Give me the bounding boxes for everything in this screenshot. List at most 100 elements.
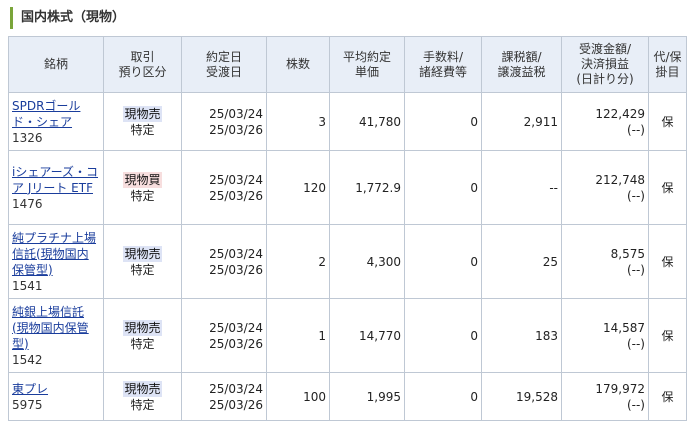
tax-cell: --	[481, 150, 562, 225]
avg-price-cell: 4,300	[329, 224, 405, 299]
account-type: 特定	[130, 336, 155, 351]
trade-date: 25/03/24	[209, 381, 263, 396]
shares-cell: 2	[266, 224, 330, 299]
tax-cell: 2,911	[481, 92, 562, 151]
margin-cell: 保	[648, 372, 687, 421]
amount-value: 14,587	[603, 320, 645, 335]
amount-value: 122,429	[595, 106, 645, 121]
settle-date: 25/03/26	[209, 122, 263, 137]
avg-price-cell: 1,772.9	[329, 150, 405, 225]
col-header-dates: 約定日 受渡日	[181, 36, 267, 93]
margin-cell: 保	[648, 298, 687, 373]
account-type: 特定	[130, 188, 155, 203]
pnl-value: (--)	[626, 188, 645, 203]
col-header-fee: 手数料/諸経費等	[404, 36, 482, 93]
account-type: 特定	[130, 122, 155, 137]
margin-cell: 保	[648, 92, 687, 151]
trade-type-badge: 現物売	[123, 319, 162, 336]
table-row: 純プラチナ上場信託(現物国内保管型) 1541 現物売 特定 25/03/24 …	[8, 224, 687, 299]
shares-cell: 1	[266, 298, 330, 373]
trade-date: 25/03/24	[209, 320, 263, 335]
amount-cell: 8,575 (--)	[561, 224, 649, 299]
security-cell: 東プレ 5975	[8, 372, 104, 421]
section-title: 国内株式（現物）	[10, 7, 125, 29]
trade-date: 25/03/24	[209, 106, 263, 121]
amount-value: 8,575	[610, 246, 645, 261]
fee-cell: 0	[404, 372, 482, 421]
trade-type-badge: 現物売	[123, 245, 162, 262]
amount-cell: 122,429 (--)	[561, 92, 649, 151]
avg-price-cell: 41,780	[329, 92, 405, 151]
table-row: 東プレ 5975 現物売 特定 25/03/24 25/03/26 100 1,…	[8, 372, 687, 421]
security-cell: 純プラチナ上場信託(現物国内保管型) 1541	[8, 224, 104, 299]
settle-date: 25/03/26	[209, 262, 263, 277]
margin-cell: 保	[648, 224, 687, 299]
table-row: iシェアーズ・コア Jリート ETF 1476 現物買 特定 25/03/24 …	[8, 150, 687, 225]
col-header-trade: 取引 預り区分	[103, 36, 182, 93]
fee-cell: 0	[404, 224, 482, 299]
account-type: 特定	[130, 262, 155, 277]
trade-date: 25/03/24	[209, 246, 263, 261]
holdings-table: 銘柄 取引 預り区分 約定日 受渡日 株数 平均約定 単価 手数料/諸経費等 課税額/…	[8, 36, 687, 421]
trade-type-badge: 現物買	[123, 171, 162, 188]
date-cell: 25/03/24 25/03/26	[181, 224, 267, 299]
col-header-name: 銘柄	[8, 36, 104, 93]
table-row: 純銀上場信託(現物国内保管型) 1542 現物売 特定 25/03/24 25/…	[8, 298, 687, 373]
col-header-avg-price: 平均約定 単価	[329, 36, 405, 93]
security-link[interactable]: SPDRゴールド・シェア	[12, 98, 100, 130]
amount-cell: 212,748 (--)	[561, 150, 649, 225]
pnl-value: (--)	[626, 397, 645, 412]
col-header-amount: 受渡金額/決済損益 (日計り分)	[561, 36, 649, 93]
security-link[interactable]: iシェアーズ・コア Jリート ETF	[12, 164, 100, 196]
margin-cell: 保	[648, 150, 687, 225]
tax-cell: 19,528	[481, 372, 562, 421]
tax-cell: 183	[481, 298, 562, 373]
security-cell: SPDRゴールド・シェア 1326	[8, 92, 104, 151]
table-row: SPDRゴールド・シェア 1326 現物売 特定 25/03/24 25/03/…	[8, 92, 687, 151]
security-code: 1542	[12, 352, 43, 367]
col-header-margin: 代/保 掛目	[648, 36, 687, 93]
amount-value: 179,972	[595, 381, 645, 396]
trade-cell: 現物買 特定	[103, 150, 182, 225]
fee-cell: 0	[404, 150, 482, 225]
settle-date: 25/03/26	[209, 397, 263, 412]
pnl-value: (--)	[626, 262, 645, 277]
pnl-value: (--)	[626, 122, 645, 137]
settle-date: 25/03/26	[209, 336, 263, 351]
trade-type-badge: 現物売	[123, 380, 162, 397]
fee-cell: 0	[404, 92, 482, 151]
shares-cell: 100	[266, 372, 330, 421]
date-cell: 25/03/24 25/03/26	[181, 92, 267, 151]
col-header-shares: 株数	[266, 36, 330, 93]
shares-cell: 120	[266, 150, 330, 225]
amount-cell: 179,972 (--)	[561, 372, 649, 421]
date-cell: 25/03/24 25/03/26	[181, 372, 267, 421]
security-cell: 純銀上場信託(現物国内保管型) 1542	[8, 298, 104, 373]
trade-cell: 現物売 特定	[103, 372, 182, 421]
avg-price-cell: 1,995	[329, 372, 405, 421]
security-cell: iシェアーズ・コア Jリート ETF 1476	[8, 150, 104, 225]
security-code: 1541	[12, 278, 43, 293]
tax-cell: 25	[481, 224, 562, 299]
date-cell: 25/03/24 25/03/26	[181, 150, 267, 225]
pnl-value: (--)	[626, 336, 645, 351]
security-link[interactable]: 純銀上場信託(現物国内保管型)	[12, 304, 100, 352]
security-code: 1476	[12, 196, 43, 211]
security-code: 5975	[12, 397, 43, 412]
security-link[interactable]: 純プラチナ上場信託(現物国内保管型)	[12, 230, 100, 278]
trade-cell: 現物売 特定	[103, 298, 182, 373]
security-link[interactable]: 東プレ	[12, 381, 100, 397]
trade-date: 25/03/24	[209, 172, 263, 187]
shares-cell: 3	[266, 92, 330, 151]
amount-value: 212,748	[595, 172, 645, 187]
security-code: 1326	[12, 130, 43, 145]
trade-type-badge: 現物売	[123, 105, 162, 122]
date-cell: 25/03/24 25/03/26	[181, 298, 267, 373]
col-header-tax: 課税額/譲渡益税	[481, 36, 562, 93]
account-type: 特定	[130, 397, 155, 412]
trade-cell: 現物売 特定	[103, 92, 182, 151]
amount-cell: 14,587 (--)	[561, 298, 649, 373]
trade-cell: 現物売 特定	[103, 224, 182, 299]
avg-price-cell: 14,770	[329, 298, 405, 373]
settle-date: 25/03/26	[209, 188, 263, 203]
